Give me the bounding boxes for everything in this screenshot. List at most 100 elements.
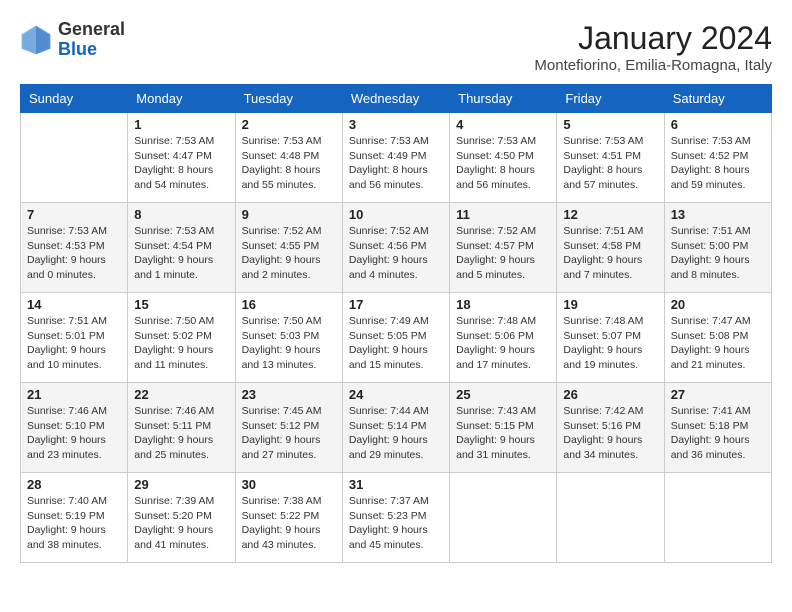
calendar-cell: 27 Sunrise: 7:41 AMSunset: 5:18 PMDayligh… xyxy=(664,383,771,473)
calendar-cell: 8Sunrise: 7:53 AMSunset: 4:54 PMDaylight… xyxy=(128,203,235,293)
calendar-cell: 7 Sunrise: 7:53 AMSunset: 4:53 PMDaylight… xyxy=(21,203,128,293)
calendar-cell: 25 Sunrise: 7:43 AMSunset: 5:15 PMDayligh… xyxy=(450,383,557,473)
cell-info: Sunrise: 7:51 AMSunset: 4:58 PMDaylight:… xyxy=(563,224,657,283)
cell-info: Sunrise: 7:38 AMSunset: 5:22 PMDaylight:… xyxy=(242,494,336,553)
calendar-header-tuesday: Tuesday xyxy=(235,85,342,113)
calendar-cell: 9 Sunrise: 7:52 AMSunset: 4:55 PMDaylight… xyxy=(235,203,342,293)
day-number: 2 xyxy=(242,117,336,132)
calendar-header-row: SundayMondayTuesdayWednesdayThursdayFrid… xyxy=(21,85,772,113)
cell-info: Sunrise: 7:44 AMSunset: 5:14 PMDaylight:… xyxy=(349,404,443,463)
calendar-cell: 15Sunrise: 7:50 AMSunset: 5:02 PMDayligh… xyxy=(128,293,235,383)
cell-info: Sunrise: 7:52 AMSunset: 4:55 PMDaylight:… xyxy=(242,224,336,283)
cell-info: Sunrise: 7:42 AMSunset: 5:16 PMDaylight:… xyxy=(563,404,657,463)
calendar-header-thursday: Thursday xyxy=(450,85,557,113)
day-number: 3 xyxy=(349,117,443,132)
calendar-cell: 11Sunrise: 7:52 AMSunset: 4:57 PMDayligh… xyxy=(450,203,557,293)
day-number: 15 xyxy=(134,297,228,312)
calendar-cell xyxy=(21,113,128,203)
calendar-week-row: 14Sunrise: 7:51 AMSunset: 5:01 PMDayligh… xyxy=(21,293,772,383)
cell-info: Sunrise: 7:45 AMSunset: 5:12 PMDaylight:… xyxy=(242,404,336,463)
day-number: 29 xyxy=(134,477,228,492)
cell-info: Sunrise: 7:53 AMSunset: 4:50 PMDaylight:… xyxy=(456,134,550,193)
cell-info: Sunrise: 7:52 AMSunset: 4:57 PMDaylight:… xyxy=(456,224,550,283)
calendar-cell: 26 Sunrise: 7:42 AMSunset: 5:16 PMDayligh… xyxy=(557,383,664,473)
location: Montefiorino, Emilia-Romagna, Italy xyxy=(534,57,772,74)
cell-info: Sunrise: 7:48 AMSunset: 5:07 PMDaylight:… xyxy=(563,314,657,373)
cell-info: Sunrise: 7:53 AMSunset: 4:51 PMDaylight:… xyxy=(563,134,657,193)
calendar-cell: 29 Sunrise: 7:39 AMSunset: 5:20 PMDayligh… xyxy=(128,473,235,563)
day-number: 4 xyxy=(456,117,550,132)
day-number: 21 xyxy=(27,387,121,402)
cell-info: Sunrise: 7:46 AMSunset: 5:11 PMDaylight:… xyxy=(134,404,228,463)
logo: General Blue xyxy=(20,20,125,60)
calendar-cell: 12Sunrise: 7:51 AMSunset: 4:58 PMDayligh… xyxy=(557,203,664,293)
logo-text: General Blue xyxy=(58,20,125,60)
day-number: 9 xyxy=(242,207,336,222)
calendar-header-monday: Monday xyxy=(128,85,235,113)
day-number: 26 xyxy=(563,387,657,402)
calendar-header-wednesday: Wednesday xyxy=(342,85,449,113)
day-number: 23 xyxy=(242,387,336,402)
calendar-table: SundayMondayTuesdayWednesdayThursdayFrid… xyxy=(20,84,772,563)
cell-info: Sunrise: 7:52 AMSunset: 4:56 PMDaylight:… xyxy=(349,224,443,283)
day-number: 13 xyxy=(671,207,765,222)
cell-info: Sunrise: 7:53 AMSunset: 4:53 PMDaylight:… xyxy=(27,224,121,283)
calendar-cell: 28Sunrise: 7:40 AMSunset: 5:19 PMDayligh… xyxy=(21,473,128,563)
day-number: 8 xyxy=(134,207,228,222)
cell-info: Sunrise: 7:51 AMSunset: 5:01 PMDaylight:… xyxy=(27,314,121,373)
cell-info: Sunrise: 7:53 AMSunset: 4:49 PMDaylight:… xyxy=(349,134,443,193)
calendar-cell: 21 Sunrise: 7:46 AMSunset: 5:10 PMDayligh… xyxy=(21,383,128,473)
calendar-cell: 2 Sunrise: 7:53 AMSunset: 4:48 PMDaylight… xyxy=(235,113,342,203)
calendar-cell xyxy=(557,473,664,563)
day-number: 18 xyxy=(456,297,550,312)
cell-info: Sunrise: 7:53 AMSunset: 4:48 PMDaylight:… xyxy=(242,134,336,193)
title-area: January 2024 Montefiorino, Emilia-Romagn… xyxy=(534,20,772,74)
calendar-cell: 10Sunrise: 7:52 AMSunset: 4:56 PMDayligh… xyxy=(342,203,449,293)
calendar-cell: 14Sunrise: 7:51 AMSunset: 5:01 PMDayligh… xyxy=(21,293,128,383)
calendar-cell: 17 Sunrise: 7:49 AMSunset: 5:05 PMDayligh… xyxy=(342,293,449,383)
day-number: 16 xyxy=(242,297,336,312)
cell-info: Sunrise: 7:49 AMSunset: 5:05 PMDaylight:… xyxy=(349,314,443,373)
calendar-cell: 19 Sunrise: 7:48 AMSunset: 5:07 PMDayligh… xyxy=(557,293,664,383)
page-header: General Blue January 2024 Montefiorino, … xyxy=(20,20,772,74)
calendar-cell: 13 Sunrise: 7:51 AMSunset: 5:00 PMDayligh… xyxy=(664,203,771,293)
cell-info: Sunrise: 7:39 AMSunset: 5:20 PMDaylight:… xyxy=(134,494,228,553)
cell-info: Sunrise: 7:43 AMSunset: 5:15 PMDaylight:… xyxy=(456,404,550,463)
calendar-cell: 6Sunrise: 7:53 AMSunset: 4:52 PMDaylight… xyxy=(664,113,771,203)
day-number: 7 xyxy=(27,207,121,222)
day-number: 30 xyxy=(242,477,336,492)
calendar-cell: 18Sunrise: 7:48 AMSunset: 5:06 PMDayligh… xyxy=(450,293,557,383)
calendar-week-row: 1Sunrise: 7:53 AMSunset: 4:47 PMDaylight… xyxy=(21,113,772,203)
calendar-cell: 1Sunrise: 7:53 AMSunset: 4:47 PMDaylight… xyxy=(128,113,235,203)
calendar-cell: 30 Sunrise: 7:38 AMSunset: 5:22 PMDayligh… xyxy=(235,473,342,563)
cell-info: Sunrise: 7:53 AMSunset: 4:47 PMDaylight:… xyxy=(134,134,228,193)
day-number: 17 xyxy=(349,297,443,312)
day-number: 20 xyxy=(671,297,765,312)
day-number: 25 xyxy=(456,387,550,402)
calendar-cell: 16Sunrise: 7:50 AMSunset: 5:03 PMDayligh… xyxy=(235,293,342,383)
calendar-cell: 22 Sunrise: 7:46 AMSunset: 5:11 PMDayligh… xyxy=(128,383,235,473)
cell-info: Sunrise: 7:47 AMSunset: 5:08 PMDaylight:… xyxy=(671,314,765,373)
day-number: 31 xyxy=(349,477,443,492)
cell-info: Sunrise: 7:40 AMSunset: 5:19 PMDaylight:… xyxy=(27,494,121,553)
day-number: 6 xyxy=(671,117,765,132)
calendar-cell: 20 Sunrise: 7:47 AMSunset: 5:08 PMDayligh… xyxy=(664,293,771,383)
calendar-cell xyxy=(664,473,771,563)
calendar-week-row: 28Sunrise: 7:40 AMSunset: 5:19 PMDayligh… xyxy=(21,473,772,563)
calendar-cell: 3 Sunrise: 7:53 AMSunset: 4:49 PMDaylight… xyxy=(342,113,449,203)
calendar-cell: 23 Sunrise: 7:45 AMSunset: 5:12 PMDayligh… xyxy=(235,383,342,473)
calendar-cell: 24 Sunrise: 7:44 AMSunset: 5:14 PMDayligh… xyxy=(342,383,449,473)
calendar-cell xyxy=(450,473,557,563)
logo-icon xyxy=(20,24,52,56)
cell-info: Sunrise: 7:37 AMSunset: 5:23 PMDaylight:… xyxy=(349,494,443,553)
day-number: 5 xyxy=(563,117,657,132)
day-number: 24 xyxy=(349,387,443,402)
day-number: 27 xyxy=(671,387,765,402)
cell-info: Sunrise: 7:51 AMSunset: 5:00 PMDaylight:… xyxy=(671,224,765,283)
day-number: 22 xyxy=(134,387,228,402)
calendar-header-friday: Friday xyxy=(557,85,664,113)
calendar-cell: 4 Sunrise: 7:53 AMSunset: 4:50 PMDaylight… xyxy=(450,113,557,203)
cell-info: Sunrise: 7:46 AMSunset: 5:10 PMDaylight:… xyxy=(27,404,121,463)
cell-info: Sunrise: 7:41 AMSunset: 5:18 PMDaylight:… xyxy=(671,404,765,463)
day-number: 19 xyxy=(563,297,657,312)
